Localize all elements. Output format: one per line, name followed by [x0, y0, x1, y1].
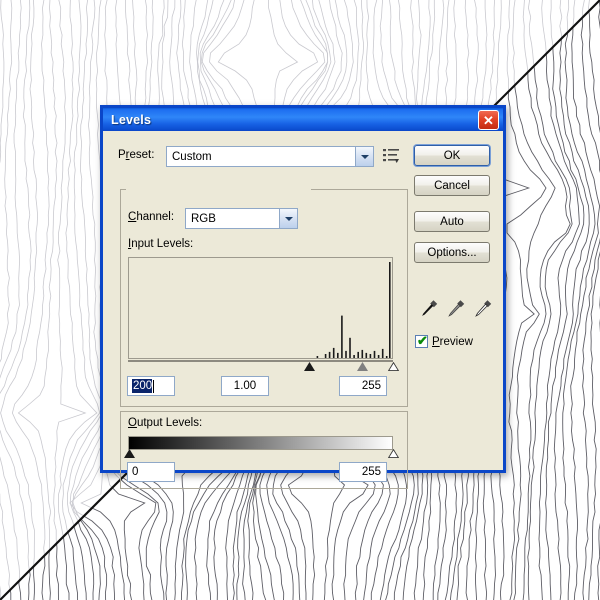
ok-button-label: OK	[443, 149, 461, 162]
output-gradient-bar[interactable]	[128, 436, 393, 450]
chevron-down-icon	[279, 209, 297, 228]
cancel-button[interactable]: Cancel	[414, 175, 490, 196]
dialog-titlebar[interactable]: Levels ✕	[100, 105, 506, 131]
preset-label: Preset:	[118, 149, 155, 161]
output-black-value: 0	[132, 466, 139, 478]
histogram-display[interactable]	[128, 257, 393, 359]
dialog-body: Preset: Custom Channel: RGB Input Levels…	[103, 131, 503, 489]
close-icon: ✕	[483, 112, 494, 128]
input-levels-label: Input Levels:	[128, 238, 194, 250]
input-black-field[interactable]: 200	[127, 376, 175, 396]
preview-checkbox-row[interactable]: ✔ Preview	[415, 333, 473, 348]
auto-button[interactable]: Auto	[414, 211, 490, 232]
input-white-field[interactable]: 255	[339, 376, 387, 396]
cancel-button-label: Cancel	[434, 179, 470, 192]
set-gray-point-eyedropper-icon[interactable]	[447, 298, 466, 318]
levels-dialog: Levels ✕ Preset: Custom Channel: RGB Inp…	[100, 105, 506, 489]
preset-options-menu-icon[interactable]	[383, 148, 400, 164]
auto-button-label: Auto	[440, 215, 464, 228]
set-white-point-eyedropper-icon[interactable]	[474, 298, 493, 318]
input-white-point-slider[interactable]	[388, 362, 399, 371]
set-black-point-eyedropper-icon[interactable]	[420, 298, 439, 318]
preview-checkbox[interactable]: ✔	[415, 333, 428, 348]
input-gamma-field[interactable]: 1.00	[221, 376, 269, 396]
input-gamma-value: 1.00	[233, 380, 257, 392]
output-levels-label: Output Levels:	[128, 417, 206, 429]
output-white-point-slider[interactable]	[388, 449, 399, 458]
channel-dropdown[interactable]: RGB	[185, 208, 298, 229]
channel-label: Channel:	[128, 211, 175, 223]
chevron-down-icon	[355, 147, 373, 166]
eyedropper-group	[420, 298, 496, 320]
preview-label: Preview	[432, 335, 473, 348]
channel-value: RGB	[191, 212, 216, 225]
output-black-point-slider[interactable]	[124, 449, 135, 458]
output-white-field[interactable]: 255	[339, 462, 387, 482]
preset-value: Custom	[172, 150, 212, 163]
preset-dropdown[interactable]: Custom	[166, 146, 374, 167]
options-button[interactable]: Options...	[414, 242, 490, 263]
output-black-field[interactable]: 0	[127, 462, 175, 482]
input-white-value: 255	[361, 380, 381, 392]
input-slider-track[interactable]	[128, 360, 393, 362]
input-black-point-slider[interactable]	[304, 362, 315, 371]
screen: Levels ✕ Preset: Custom Channel: RGB Inp…	[0, 0, 600, 600]
output-white-value: 255	[361, 466, 381, 478]
input-black-value: 200	[132, 379, 153, 393]
options-button-label: Options...	[427, 246, 477, 259]
dialog-title: Levels	[111, 112, 152, 127]
input-gamma-slider[interactable]	[357, 362, 368, 371]
close-button[interactable]: ✕	[478, 110, 499, 130]
text-cursor	[153, 379, 155, 393]
checkmark-icon: ✔	[417, 333, 428, 348]
ok-button[interactable]: OK	[414, 145, 490, 166]
